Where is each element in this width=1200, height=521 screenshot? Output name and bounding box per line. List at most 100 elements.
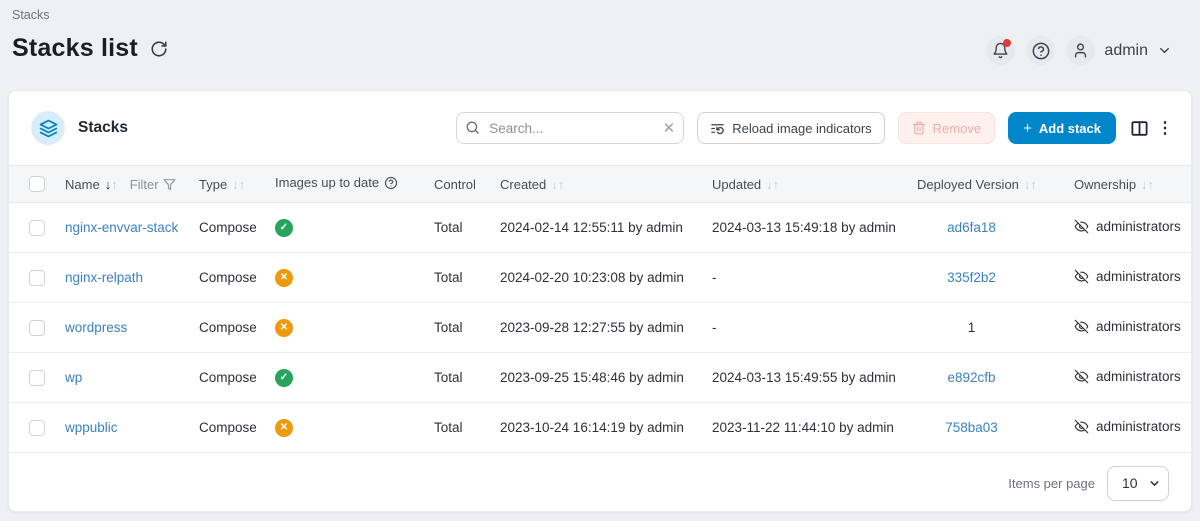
control-value: Total [434, 220, 463, 235]
items-per-page-select[interactable]: 10 [1107, 466, 1169, 501]
table-row: wordpress Compose Total 2023-09-28 12:27… [9, 303, 1191, 353]
deployed-version-link[interactable]: ad6fa18 [947, 220, 996, 235]
table-row: nginx-envvar-stack Compose Total 2024-02… [9, 203, 1191, 253]
page-title-row: Stacks list [12, 34, 170, 63]
ownership-value: administrators [1096, 319, 1181, 334]
topbar-right: admin [986, 36, 1172, 65]
user-menu[interactable]: admin [1066, 36, 1172, 65]
image-status-icon [275, 319, 293, 337]
filter-funnel-icon [163, 178, 176, 191]
stack-type: Compose [199, 370, 257, 385]
column-header-updated[interactable]: Updated↓↑ [704, 166, 909, 203]
sort-icons: ↓↑ [766, 177, 779, 192]
refresh-icon[interactable] [148, 38, 170, 60]
updated-value: 2024-03-13 15:49:55 by admin [712, 370, 896, 385]
updated-value: - [712, 320, 717, 335]
clear-search-icon[interactable]: ✕ [663, 119, 676, 137]
column-header-type[interactable]: Type↓↑ [191, 166, 267, 203]
created-value: 2023-10-24 16:14:19 by admin [500, 420, 684, 435]
stack-type: Compose [199, 220, 257, 235]
sort-ascending-icon: ↑ [239, 177, 246, 192]
deployed-version-link[interactable]: 335f2b2 [947, 270, 996, 285]
stack-name-link[interactable]: nginx-envvar-stack [65, 220, 178, 235]
control-value: Total [434, 420, 463, 435]
updated-value: 2024-03-13 15:49:18 by admin [712, 220, 896, 235]
ownership-value: administrators [1096, 369, 1181, 384]
items-per-page-label: Items per page [1008, 476, 1095, 491]
stack-name-link[interactable]: wordpress [65, 320, 127, 335]
stack-name-link[interactable]: wppublic [65, 420, 118, 435]
created-value: 2024-02-20 10:23:08 by admin [500, 270, 684, 285]
ownership-value: administrators [1096, 219, 1181, 234]
stack-type: Compose [199, 320, 257, 335]
table-row: nginx-relpath Compose Total 2024-02-20 1… [9, 253, 1191, 303]
row-checkbox[interactable] [29, 420, 45, 436]
add-stack-label: Add stack [1039, 121, 1101, 136]
column-header-images: Images up to date [267, 166, 426, 203]
sort-ascending-icon: ↑ [558, 177, 565, 192]
control-value: Total [434, 270, 463, 285]
column-header-control: Control [426, 166, 492, 203]
items-per-page-select-wrap: 10 [1107, 466, 1169, 501]
sort-ascending-icon: ↑ [1148, 177, 1155, 192]
page-title: Stacks list [12, 34, 138, 63]
row-checkbox[interactable] [29, 270, 45, 286]
deployed-version-link[interactable]: e892cfb [947, 370, 995, 385]
stack-type: Compose [199, 420, 257, 435]
sort-icons: ↓↑ [232, 177, 245, 192]
filter-label: Filter [130, 177, 159, 192]
widget-title: Stacks [78, 119, 128, 137]
image-status-icon [275, 219, 293, 237]
list-restart-icon [710, 121, 725, 136]
help-icon[interactable] [1026, 36, 1055, 65]
remove-button[interactable]: Remove [898, 112, 995, 144]
chevron-down-icon [1157, 43, 1172, 58]
ownership-value: administrators [1096, 269, 1181, 284]
sort-icons: ↓↑ [105, 177, 118, 192]
search-input[interactable] [456, 112, 684, 144]
search-box: ✕ [456, 112, 684, 144]
image-status-icon [275, 419, 293, 437]
sort-icons: ↓↑ [1024, 177, 1037, 192]
eye-off-icon [1074, 219, 1089, 234]
name-header-label: Name [65, 177, 100, 192]
columns-settings-icon[interactable] [1130, 119, 1149, 138]
notifications-bell-icon[interactable] [986, 36, 1015, 65]
deployed-version-value: 1 [968, 320, 976, 335]
eye-off-icon [1074, 269, 1089, 284]
kebab-menu-icon[interactable]: ⋮ [1157, 118, 1173, 138]
version-header-label: Deployed Version [917, 177, 1019, 192]
breadcrumb[interactable]: Stacks [12, 8, 50, 22]
reload-image-indicators-button[interactable]: Reload image indicators [697, 112, 884, 144]
created-value: 2024-02-14 12:55:11 by admin [500, 220, 683, 235]
row-checkbox[interactable] [29, 370, 45, 386]
column-header-created[interactable]: Created↓↑ [492, 166, 704, 203]
created-header-label: Created [500, 177, 546, 192]
reload-label: Reload image indicators [732, 121, 871, 136]
updated-value: - [712, 270, 717, 285]
stacks-table: Name ↓↑ Filter Type↓↑ Images up to date Co… [9, 165, 1191, 453]
add-stack-button[interactable]: + Add stack [1008, 112, 1116, 144]
remove-label: Remove [933, 121, 981, 136]
image-status-icon [275, 269, 293, 287]
table-header-row: Name ↓↑ Filter Type↓↑ Images up to date Co… [9, 166, 1191, 203]
stack-name-link[interactable]: wp [65, 370, 82, 385]
select-all-checkbox[interactable] [29, 176, 45, 192]
control-value: Total [434, 370, 463, 385]
column-header-name[interactable]: Name ↓↑ Filter [57, 166, 191, 203]
user-avatar-icon[interactable] [1066, 36, 1095, 65]
table-row: wppublic Compose Total 2023-10-24 16:14:… [9, 403, 1191, 453]
eye-off-icon [1074, 319, 1089, 334]
eye-off-icon [1074, 369, 1089, 384]
row-checkbox[interactable] [29, 320, 45, 336]
column-header-ownership[interactable]: Ownership↓↑ [1066, 166, 1191, 203]
column-header-version[interactable]: Deployed Version ↓↑ [909, 166, 1066, 203]
name-filter-button[interactable]: Filter [130, 177, 176, 192]
stack-name-link[interactable]: nginx-relpath [65, 270, 143, 285]
row-checkbox[interactable] [29, 220, 45, 236]
question-circle-icon[interactable] [384, 178, 398, 193]
sort-icons: ↓↑ [1141, 177, 1154, 192]
deployed-version-link[interactable]: 758ba03 [945, 420, 998, 435]
widget-header: Stacks ✕ Reload image indicators Remove … [9, 91, 1191, 165]
eye-off-icon [1074, 419, 1089, 434]
